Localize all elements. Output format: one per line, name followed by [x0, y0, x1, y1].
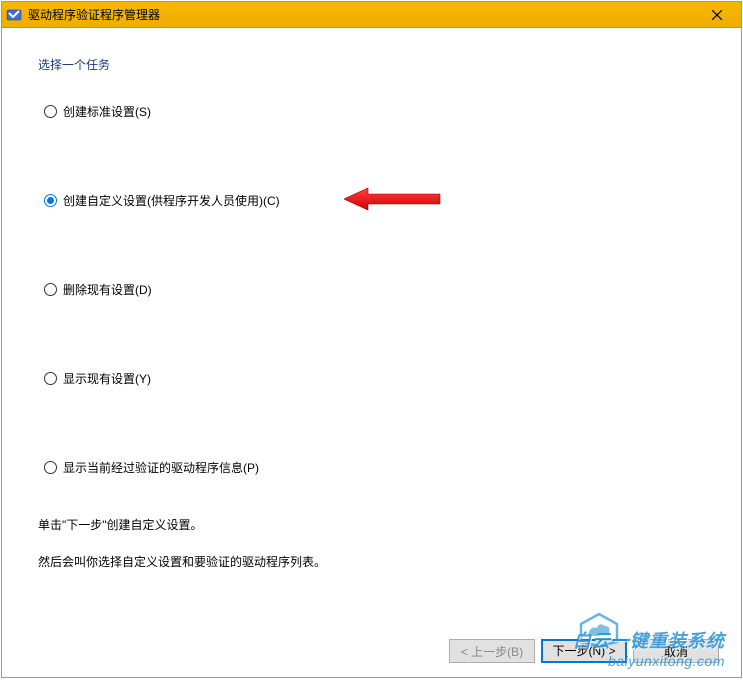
instructions: 单击"下一步"创建自定义设置。 然后会叫你选择自定义设置和要验证的驱动程序列表。: [38, 516, 705, 570]
instruction-line: 然后会叫你选择自定义设置和要验证的驱动程序列表。: [38, 553, 705, 570]
arrow-annotation: [344, 186, 444, 215]
task-group-label: 选择一个任务: [38, 56, 705, 73]
radio-label: 创建标准设置(S): [63, 103, 151, 120]
radio-create-standard[interactable]: 创建标准设置(S): [44, 103, 705, 120]
window-title: 驱动程序验证程序管理器: [28, 6, 697, 23]
cancel-button[interactable]: 取消: [633, 639, 719, 663]
radio-show-existing[interactable]: 显示现有设置(Y): [44, 370, 705, 387]
back-button: < 上一步(B): [449, 639, 535, 663]
next-button[interactable]: 下一步(N) >: [541, 639, 627, 663]
radio-icon: [44, 461, 57, 474]
radio-label: 删除现有设置(D): [63, 281, 152, 298]
radio-icon: [44, 105, 57, 118]
app-icon: [6, 7, 22, 23]
radio-create-custom[interactable]: 创建自定义设置(供程序开发人员使用)(C): [44, 192, 705, 209]
radio-delete-existing[interactable]: 删除现有设置(D): [44, 281, 705, 298]
radio-icon: [44, 283, 57, 296]
radio-icon: [44, 372, 57, 385]
radio-icon: [44, 194, 57, 207]
close-button[interactable]: [697, 4, 737, 26]
task-radio-group: 创建标准设置(S) 创建自定义设置(供程序开发人员使用)(C): [38, 103, 705, 476]
radio-label: 显示现有设置(Y): [63, 370, 151, 387]
wizard-content: 选择一个任务 创建标准设置(S) 创建自定义设置(供程序开发人员使用)(C): [2, 28, 741, 570]
title-bar: 驱动程序验证程序管理器: [2, 2, 741, 28]
radio-label: 创建自定义设置(供程序开发人员使用)(C): [63, 192, 280, 209]
radio-show-verified[interactable]: 显示当前经过验证的驱动程序信息(P): [44, 459, 705, 476]
close-icon: [712, 10, 722, 20]
wizard-buttons: < 上一步(B) 下一步(N) > 取消: [449, 639, 719, 663]
instruction-line: 单击"下一步"创建自定义设置。: [38, 516, 705, 533]
radio-label: 显示当前经过验证的驱动程序信息(P): [63, 459, 259, 476]
